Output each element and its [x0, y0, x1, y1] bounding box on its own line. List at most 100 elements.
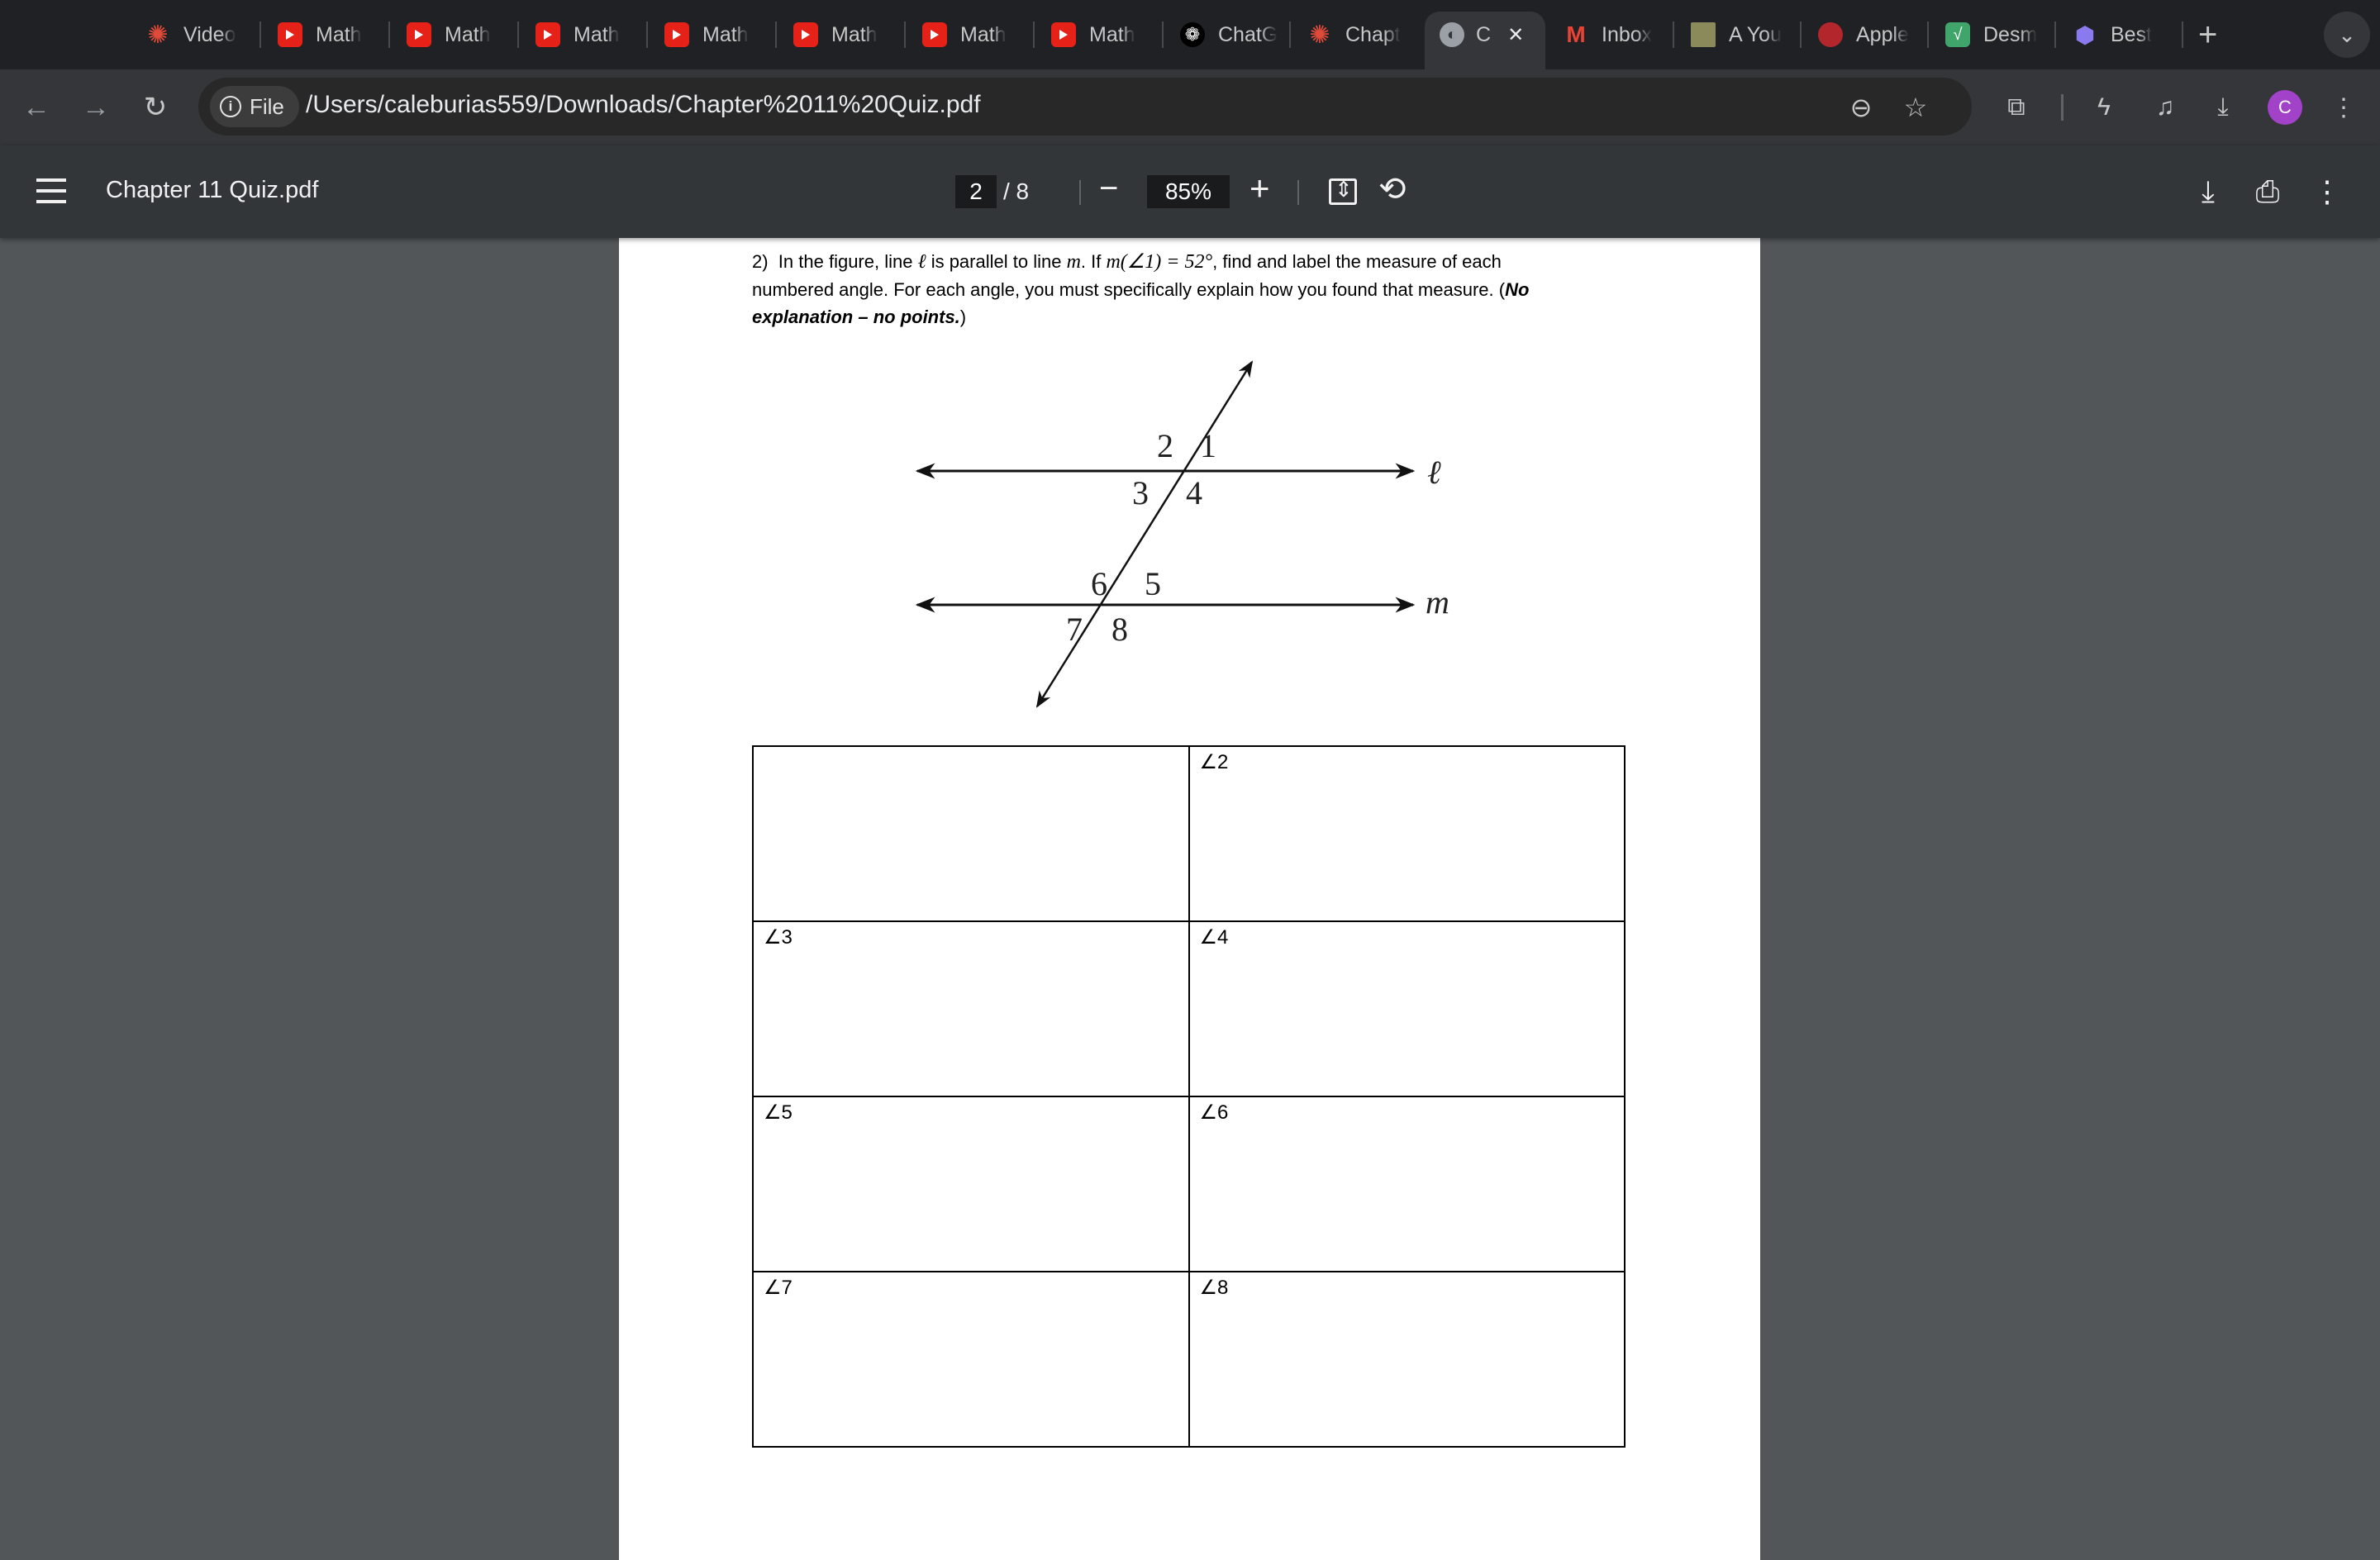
tab-math-6[interactable]: Math	[922, 13, 1021, 56]
tab-apple[interactable]: Apple	[1818, 13, 1917, 56]
transversal	[1035, 360, 1254, 708]
youtube-icon	[1051, 22, 1076, 47]
answer-table: ∠2 ∠3 ∠4 ∠5 ∠6 ∠7 ∠8	[752, 745, 1626, 1448]
site-info-chip[interactable]: i File	[210, 86, 299, 127]
tab-separator	[646, 21, 648, 48]
youtube-icon	[278, 22, 302, 47]
tab-separator	[388, 21, 390, 48]
tab-chatgpt[interactable]: ❁ ChatG	[1180, 13, 1279, 56]
back-button[interactable]: ←	[18, 89, 55, 126]
tab-strip: ✺ Video Math Math Math Math Math Math Mat…	[0, 0, 2380, 69]
download-icon[interactable]: ⤓	[2205, 89, 2241, 126]
toolbar-separator	[1297, 180, 1299, 205]
tab-math-1[interactable]: Math	[278, 13, 377, 56]
image-thumb-icon	[1691, 22, 1716, 47]
answer-cell-angle-6[interactable]: ∠6	[1188, 1096, 1626, 1272]
youtube-icon	[407, 22, 431, 47]
answer-cell-angle-8[interactable]: ∠8	[1188, 1271, 1626, 1448]
extensions-icon[interactable]: ⧉	[1998, 89, 2035, 126]
youtube-icon	[536, 22, 560, 47]
pdf-download-icon[interactable]: ⤓	[2188, 172, 2228, 212]
answer-cell-angle-4[interactable]: ∠4	[1188, 920, 1626, 1097]
table-row: ∠3 ∠4	[752, 920, 1626, 1097]
profile-avatar[interactable]: C	[2268, 90, 2302, 125]
angle-label-5: 5	[1145, 565, 1161, 602]
media-queue-icon[interactable]: ♫	[2147, 89, 2183, 126]
zoom-in-button[interactable]: +	[1250, 169, 1270, 208]
answer-cell-angle-7[interactable]: ∠7	[752, 1271, 1190, 1448]
chatgpt-icon: ❁	[1180, 22, 1205, 47]
angle-label-3: 3	[1132, 474, 1149, 511]
pdf-more-icon[interactable]: ⋮	[2307, 172, 2347, 212]
tab-inbox[interactable]: M Inbox	[1564, 13, 1663, 56]
pdf-toolbar: Chapter 11 Quiz.pdf 2 / 8 − 85% + ⟲ ⤓ ⎙ …	[0, 145, 2380, 238]
answer-cell-angle-3[interactable]: ∠3	[752, 920, 1190, 1097]
youtube-icon	[922, 22, 947, 47]
tab-separator	[2182, 21, 2183, 48]
address-bar[interactable]: i File /Users/caleburias559/Downloads/Cha…	[198, 78, 1972, 136]
toolbar-separator	[2061, 94, 2063, 121]
arrow-left-icon: ←	[22, 91, 50, 123]
browser-toolbar: ← → ↻ i File /Users/caleburias559/Downloa…	[0, 69, 2380, 145]
tab-desmos[interactable]: √ Desm	[1945, 13, 2044, 56]
tab-separator	[904, 21, 906, 48]
tab-a-you[interactable]: A You	[1691, 13, 1790, 56]
angle-label-1: 1	[1200, 427, 1216, 464]
toolbar-separator	[1079, 180, 1081, 205]
zoom-out-icon[interactable]: ⊖	[1843, 89, 1879, 126]
tab-separator	[2054, 21, 2056, 48]
close-tab-icon[interactable]: ✕	[1507, 23, 1524, 47]
answer-cell-angle-2[interactable]: ∠2	[1188, 745, 1626, 922]
new-tab-button[interactable]: +	[2198, 17, 2217, 53]
tab-separator	[1289, 21, 1291, 48]
page-number-input[interactable]: 2	[955, 175, 997, 208]
tab-separator	[1800, 21, 1802, 48]
angle-label-6: 6	[1091, 565, 1107, 602]
tab-math-4[interactable]: Math	[664, 13, 764, 56]
forward-button[interactable]: →	[78, 89, 114, 126]
tab-active-pdf[interactable]: ◐ C ✕	[1425, 12, 1545, 69]
print-icon[interactable]: ⎙	[2248, 172, 2287, 212]
angle-label-7: 7	[1066, 611, 1083, 648]
answer-cell[interactable]	[752, 745, 1190, 922]
globe-icon: ◐	[1440, 22, 1464, 47]
parallel-lines-figure: 2 1 3 4 6 5 7 8 ℓ m	[915, 360, 1449, 708]
angle-label-8: 8	[1111, 611, 1128, 648]
sidebar-menu-icon[interactable]	[36, 178, 66, 203]
tab-video[interactable]: ✺ Video	[145, 13, 245, 56]
tab-separator	[1033, 21, 1035, 48]
zoom-out-button[interactable]: −	[1099, 170, 1118, 207]
youtube-icon	[793, 22, 818, 47]
table-row: ∠5 ∠6	[752, 1096, 1626, 1272]
url-text[interactable]: /Users/caleburias559/Downloads/Chapter%2…	[306, 91, 981, 119]
angle-label-4: 4	[1186, 474, 1202, 511]
line-label-l: ℓ	[1427, 454, 1441, 491]
canvas-icon: ✺	[1309, 21, 1330, 49]
zoom-level-input[interactable]: 85%	[1147, 175, 1230, 208]
tab-math-3[interactable]: Math	[536, 13, 635, 56]
tab-search-button[interactable]: ⌄	[2324, 12, 2370, 58]
angle-label-2: 2	[1157, 427, 1173, 464]
apple-icon	[1818, 22, 1843, 47]
canvas-icon: ✺	[147, 21, 169, 49]
table-row: ∠2	[752, 745, 1626, 922]
gmail-icon: M	[1566, 21, 1586, 47]
fit-page-icon[interactable]	[1329, 177, 1357, 205]
arrow-right-icon: →	[82, 91, 110, 123]
tab-separator	[1162, 21, 1164, 48]
answer-cell-angle-5[interactable]: ∠5	[752, 1096, 1190, 1272]
bookmark-star-icon[interactable]: ☆	[1897, 89, 1934, 126]
tab-chapter[interactable]: ✺ Chapt	[1307, 13, 1407, 56]
tab-best[interactable]: ⬢ Best	[2073, 13, 2172, 56]
more-menu-icon[interactable]: ⋮	[2325, 89, 2362, 126]
tab-math-2[interactable]: Math	[407, 13, 506, 56]
document-title: Chapter 11 Quiz.pdf	[106, 177, 319, 203]
question-text: 2) In the figure, line ℓ is parallel to …	[752, 251, 1530, 327]
energy-saver-icon[interactable]: ϟ	[2086, 89, 2122, 126]
given-measure: m(∠1) = 52°	[1106, 251, 1213, 273]
tab-math-7[interactable]: Math	[1051, 13, 1150, 56]
gem-icon: ⬢	[2074, 21, 2096, 48]
tab-math-5[interactable]: Math	[793, 13, 892, 56]
reload-button[interactable]: ↻	[137, 89, 174, 126]
rotate-icon[interactable]: ⟲	[1378, 170, 1407, 208]
